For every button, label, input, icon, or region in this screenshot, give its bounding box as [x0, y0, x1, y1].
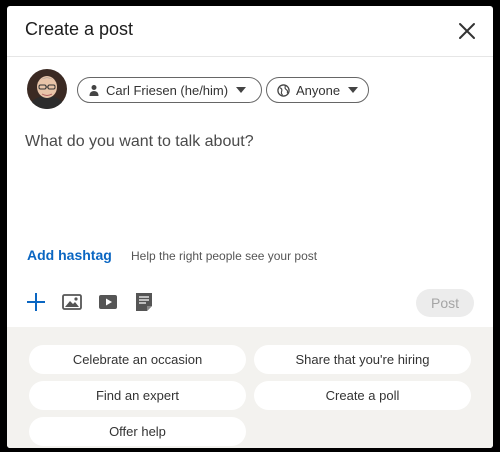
add-hashtag-link[interactable]: Add hashtag — [27, 247, 112, 263]
post-text-input[interactable]: What do you want to talk about? — [25, 133, 465, 151]
create-post-dialog: Create a post Carl Friesen (he/him) Anyo… — [7, 6, 493, 448]
audience-selector[interactable]: Anyone — [266, 77, 369, 103]
globe-icon — [277, 83, 290, 97]
add-document-button[interactable] — [132, 290, 156, 314]
dialog-header: Create a post — [7, 6, 493, 57]
chevron-down-icon — [236, 87, 247, 93]
photo-icon — [62, 294, 82, 310]
video-icon — [99, 295, 117, 309]
plus-icon — [27, 293, 45, 311]
suggestion-share-hiring[interactable]: Share that you're hiring — [254, 345, 471, 374]
close-button[interactable] — [455, 19, 479, 43]
dialog-title: Create a post — [25, 19, 134, 39]
chevron-down-icon — [348, 87, 359, 93]
suggestions-panel: Celebrate an occasion Share that you're … — [7, 327, 493, 448]
suggestion-find-expert[interactable]: Find an expert — [29, 381, 246, 410]
more-options-button[interactable] — [24, 290, 48, 314]
person-icon — [88, 84, 100, 96]
document-icon — [136, 293, 152, 311]
author-name: Carl Friesen (he/him) — [106, 82, 229, 98]
suggestion-create-poll[interactable]: Create a poll — [254, 381, 471, 410]
profile-photo-icon — [27, 69, 67, 109]
suggestion-celebrate-occasion[interactable]: Celebrate an occasion — [29, 345, 246, 374]
post-button[interactable]: Post — [416, 289, 474, 317]
suggestion-offer-help[interactable]: Offer help — [29, 417, 246, 446]
add-video-button[interactable] — [96, 290, 120, 314]
add-photo-button[interactable] — [60, 290, 84, 314]
avatar — [27, 69, 67, 109]
hashtag-hint: Help the right people see your post — [131, 249, 318, 263]
author-selector[interactable]: Carl Friesen (he/him) — [77, 77, 262, 103]
audience-label: Anyone — [296, 82, 341, 98]
close-icon — [459, 23, 475, 39]
